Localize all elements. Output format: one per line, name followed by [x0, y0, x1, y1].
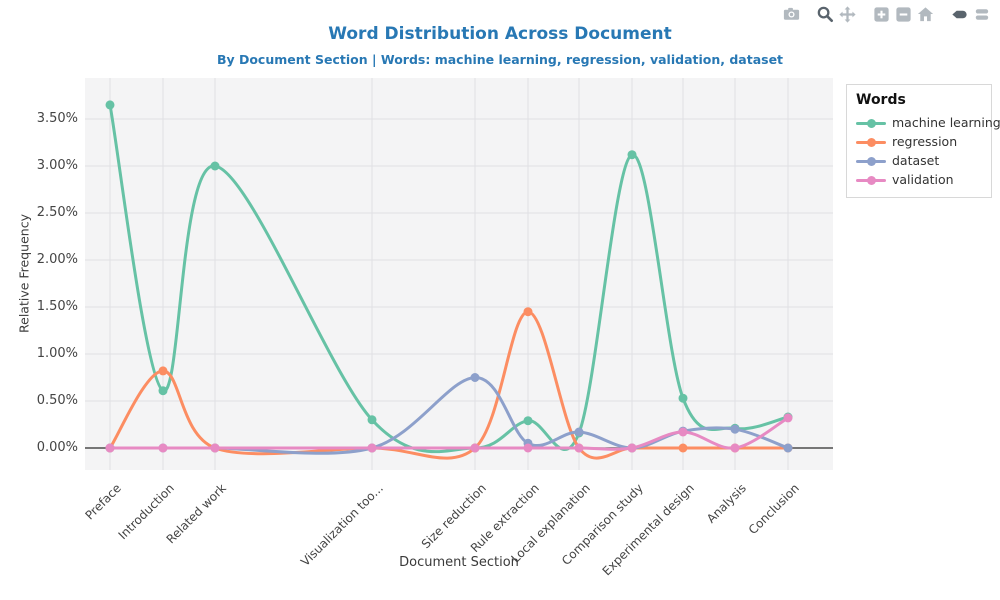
data-point-regression[interactable] [679, 444, 688, 453]
autoscale-button[interactable] [914, 6, 936, 26]
legend-item-validation[interactable]: validation [856, 170, 983, 189]
legend-item-dataset[interactable]: dataset [856, 151, 983, 170]
data-point-regression[interactable] [524, 307, 533, 316]
data-point-validation[interactable] [575, 444, 584, 453]
y-tick-label: 3.50% [8, 110, 78, 128]
zoom-out-button[interactable] [892, 6, 914, 26]
data-point-validation[interactable] [731, 444, 740, 453]
zoom-in-button[interactable] [870, 6, 892, 26]
y-tick-label: 1.00% [8, 345, 78, 363]
data-point-machine-learning[interactable] [524, 416, 533, 425]
legend-title: Words [856, 92, 983, 108]
series-line-regression [110, 312, 788, 458]
legend-line-marker-icon [856, 136, 886, 148]
x-tick-label: Related work [113, 481, 229, 597]
y-tick-label: 3.00% [8, 157, 78, 175]
data-point-validation[interactable] [524, 444, 533, 453]
data-point-validation[interactable] [159, 444, 168, 453]
data-point-machine-learning[interactable] [679, 394, 688, 403]
y-tick-label: 0.00% [8, 439, 78, 457]
plot-area[interactable] [85, 78, 833, 470]
data-point-validation[interactable] [368, 444, 377, 453]
pan-button[interactable] [836, 6, 858, 26]
legend-line-marker-icon [856, 155, 886, 167]
hover-compare-button[interactable] [970, 6, 992, 26]
x-tick-label: Preface [8, 481, 124, 597]
data-point-machine-learning[interactable] [159, 386, 168, 395]
data-point-dataset[interactable] [731, 425, 740, 434]
x-tick-label: Local explanation [477, 481, 593, 597]
chart-subtitle: By Document Section | Words: machine lea… [0, 52, 1000, 67]
data-point-dataset[interactable] [471, 373, 480, 382]
data-point-validation[interactable] [106, 444, 115, 453]
data-point-machine-learning[interactable] [106, 100, 115, 109]
chart-title: Word Distribution Across Document [0, 24, 1000, 44]
x-tick-label: Conclusion [686, 481, 802, 597]
legend-label: dataset [892, 153, 939, 168]
data-point-validation[interactable] [679, 428, 688, 437]
data-point-regression[interactable] [159, 366, 168, 375]
data-point-validation[interactable] [628, 444, 637, 453]
data-point-validation[interactable] [211, 444, 220, 453]
x-tick-label: Visualization too... [270, 481, 386, 597]
figure: Word Distribution Across Document By Doc… [0, 0, 1000, 600]
legend-item-machine-learning[interactable]: machine learning [856, 113, 983, 132]
chart-canvas [85, 78, 833, 470]
legend-label: machine learning [892, 115, 1000, 130]
legend-line-marker-icon [856, 174, 886, 186]
zoom-button[interactable] [814, 6, 836, 26]
data-point-dataset[interactable] [575, 428, 584, 437]
data-point-validation[interactable] [471, 444, 480, 453]
download-plot-button[interactable] [780, 6, 802, 26]
legend-label: validation [892, 172, 954, 187]
data-point-machine-learning[interactable] [211, 162, 220, 171]
legend-label: regression [892, 134, 957, 149]
data-point-dataset[interactable] [784, 444, 793, 453]
series-line-dataset [110, 377, 788, 453]
modebar [780, 6, 992, 26]
legend-item-regression[interactable]: regression [856, 132, 983, 151]
y-tick-label: 0.50% [8, 392, 78, 410]
x-tick-label: Size reduction [373, 481, 489, 597]
y-axis-title: Relative Frequency [17, 204, 32, 344]
hover-closest-button[interactable] [948, 6, 970, 26]
legend: Words machine learning regression dataset v… [846, 84, 992, 198]
data-point-machine-learning[interactable] [628, 150, 637, 159]
data-point-validation[interactable] [784, 413, 793, 422]
data-point-machine-learning[interactable] [368, 415, 377, 424]
x-axis-title: Document Section [309, 555, 609, 570]
legend-line-marker-icon [856, 117, 886, 129]
x-tick-label: Analysis [633, 481, 749, 597]
